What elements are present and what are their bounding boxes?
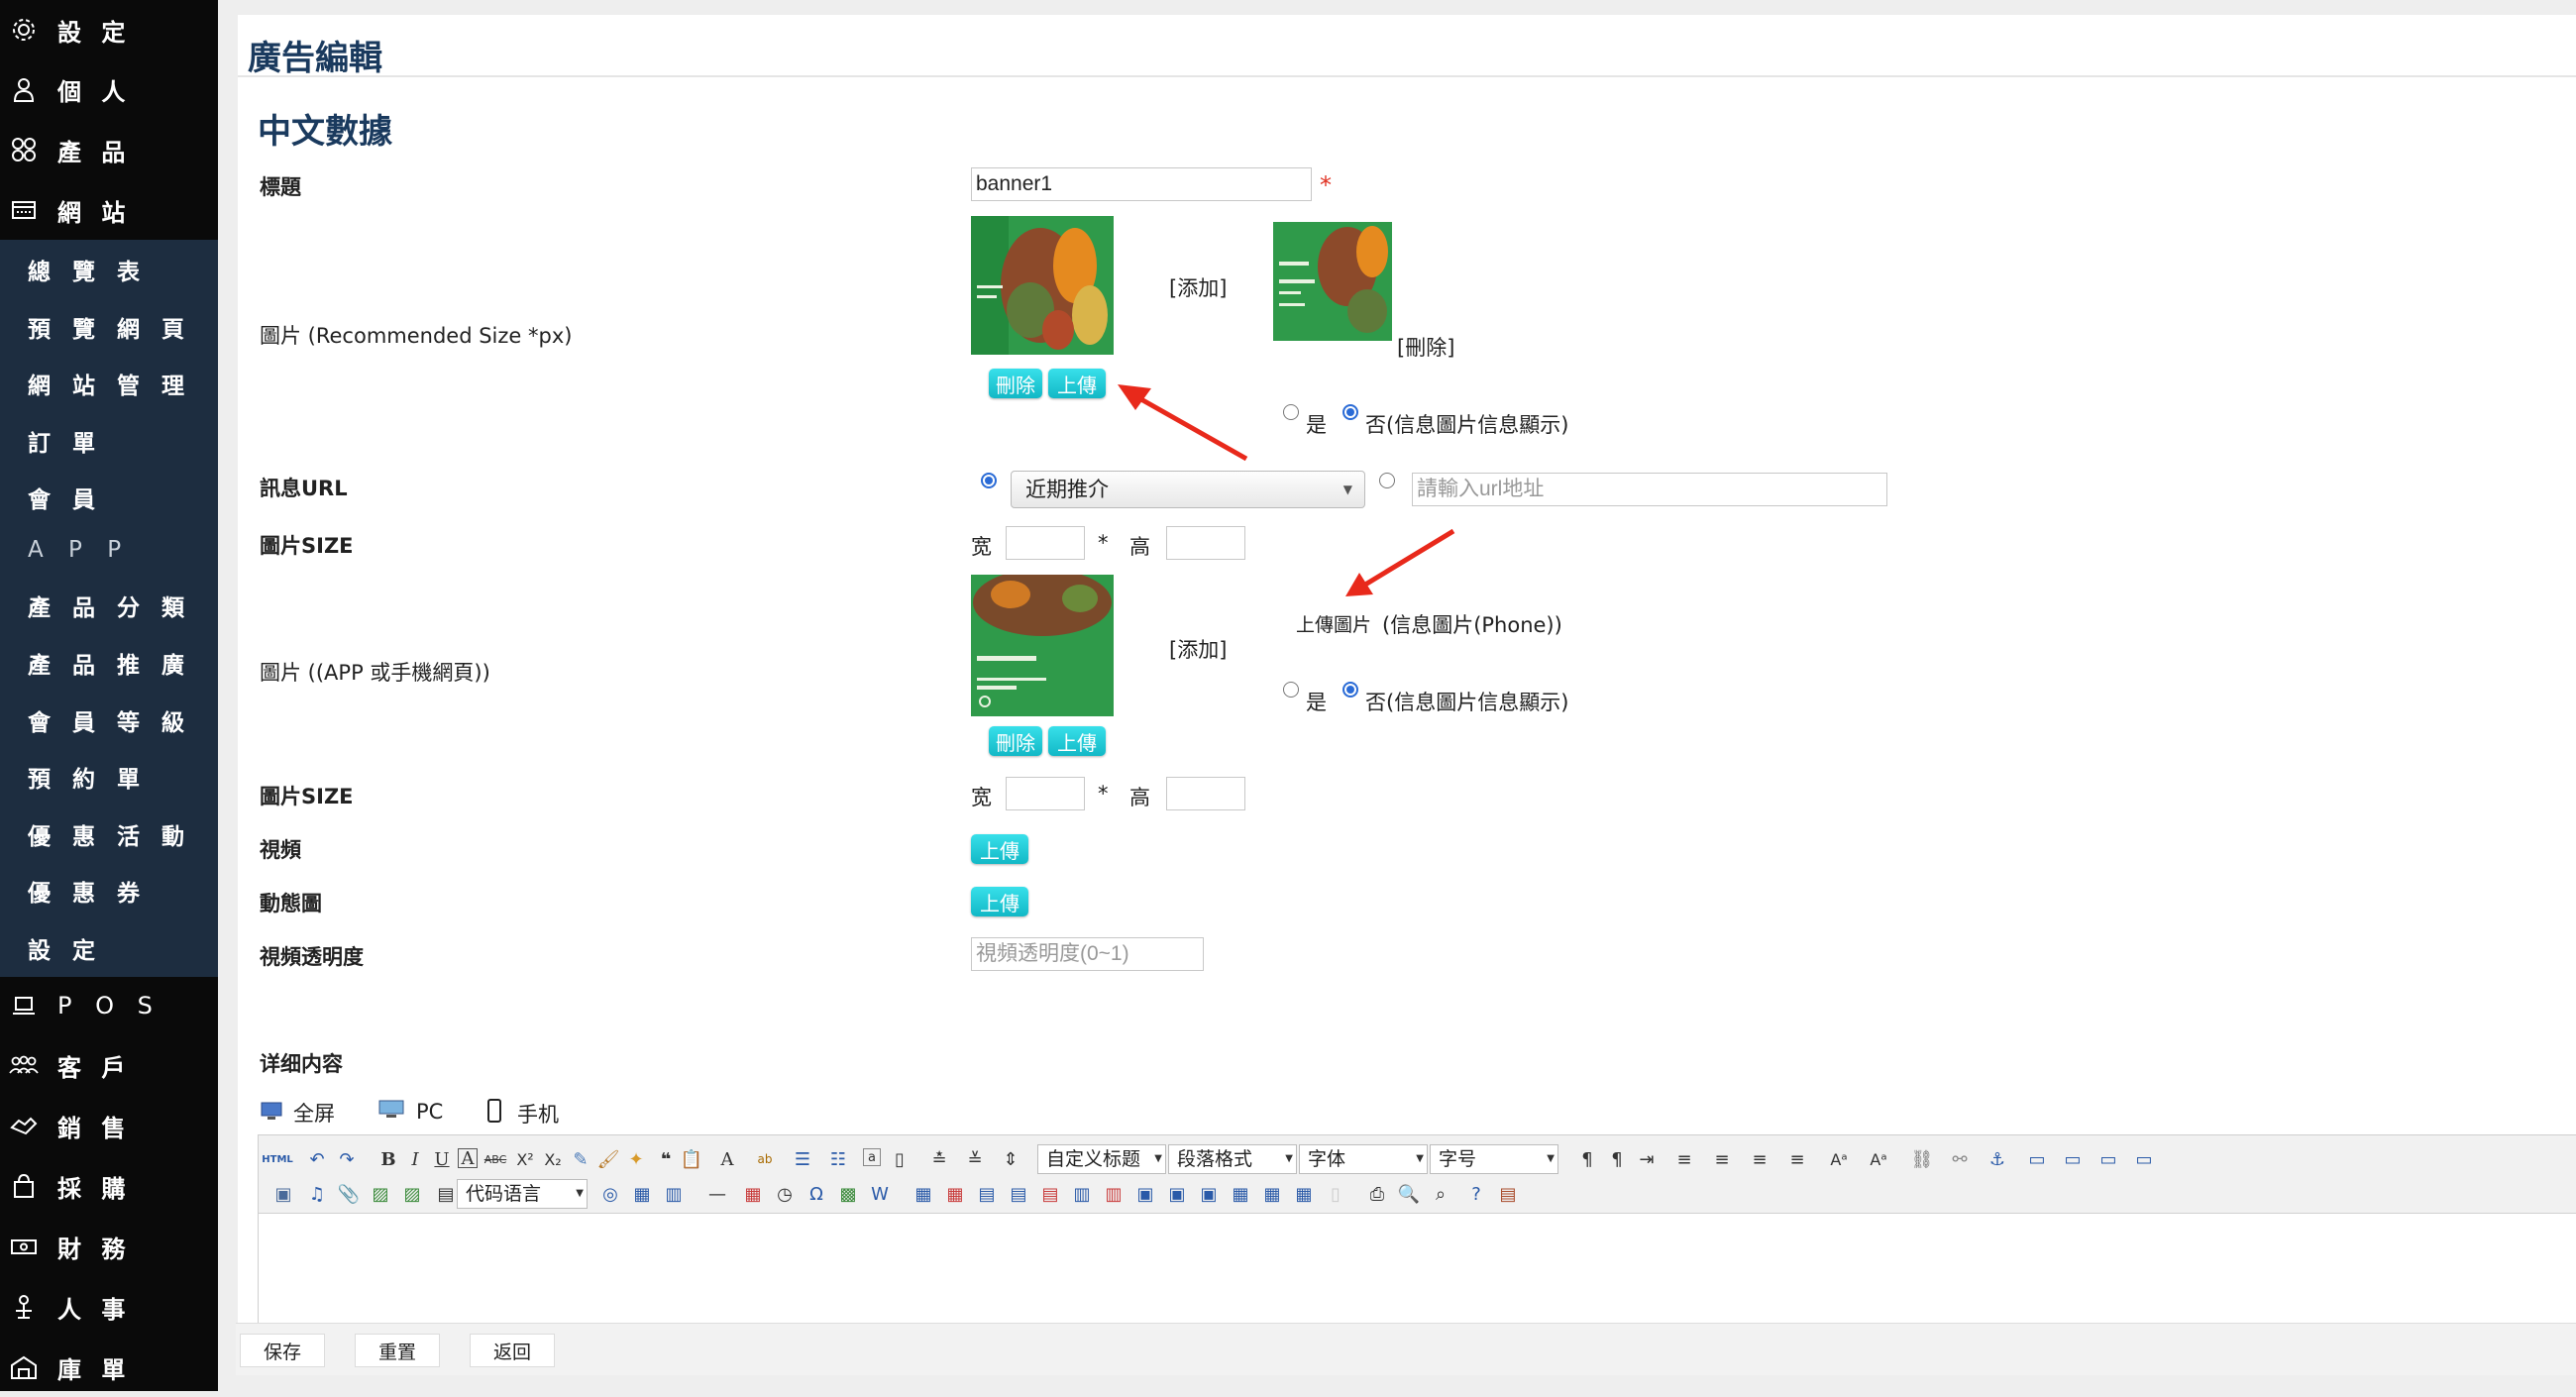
save-button[interactable]: 保存 [240, 1334, 325, 1367]
annotation-arrow-line [1363, 528, 1455, 588]
annotation-arrow-head [1118, 384, 1151, 410]
back-button[interactable]: 返回 [470, 1334, 555, 1367]
annotation-arrows [1118, 384, 1455, 596]
action-bar: 保存 重置 返回 [236, 1323, 2576, 1375]
annotation-arrow-line [1137, 395, 1248, 462]
reset-button[interactable]: 重置 [355, 1334, 440, 1367]
